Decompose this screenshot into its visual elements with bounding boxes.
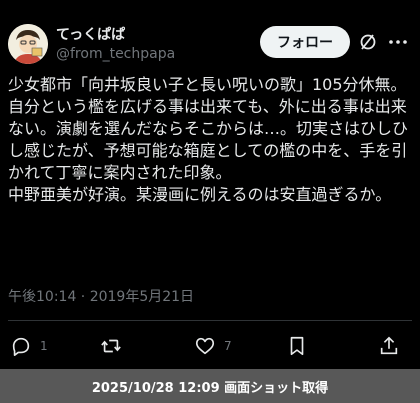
heart-icon	[195, 337, 215, 355]
divider	[8, 320, 412, 321]
tweet-timestamp[interactable]: 午後10:14 · 2019年5月21日	[8, 286, 194, 306]
share-button[interactable]	[378, 332, 400, 360]
tweet-header: てっくぱぱ @from_techpapa フォロー	[8, 24, 412, 68]
display-name[interactable]: てっくぱぱ	[56, 26, 175, 44]
bookmark-button[interactable]	[286, 332, 308, 360]
grok-icon[interactable]	[358, 32, 378, 52]
retweet-icon	[101, 339, 121, 353]
share-icon	[380, 336, 398, 355]
screenshot-caption: 2025/10/28 12:09 画面ショット取得	[0, 369, 420, 403]
action-bar: 1 7	[8, 332, 412, 360]
reply-count: 1	[40, 339, 48, 353]
author-names: てっくぱぱ @from_techpapa	[56, 26, 175, 64]
tweet-text: 少女都市「向井坂良い子と長い呪いの歌」105分休無。 自分という檻を広げる事は出…	[8, 75, 409, 204]
more-icon[interactable]	[386, 32, 410, 52]
follow-button[interactable]: フォロー	[260, 26, 350, 58]
avatar[interactable]	[8, 24, 48, 64]
user-handle[interactable]: @from_techpapa	[56, 44, 175, 64]
bookmark-icon	[290, 336, 304, 356]
reply-button[interactable]: 1	[10, 332, 48, 360]
like-button[interactable]: 7	[194, 332, 232, 360]
retweet-button[interactable]	[100, 332, 130, 360]
like-count: 7	[224, 339, 232, 353]
reply-icon	[12, 337, 30, 356]
